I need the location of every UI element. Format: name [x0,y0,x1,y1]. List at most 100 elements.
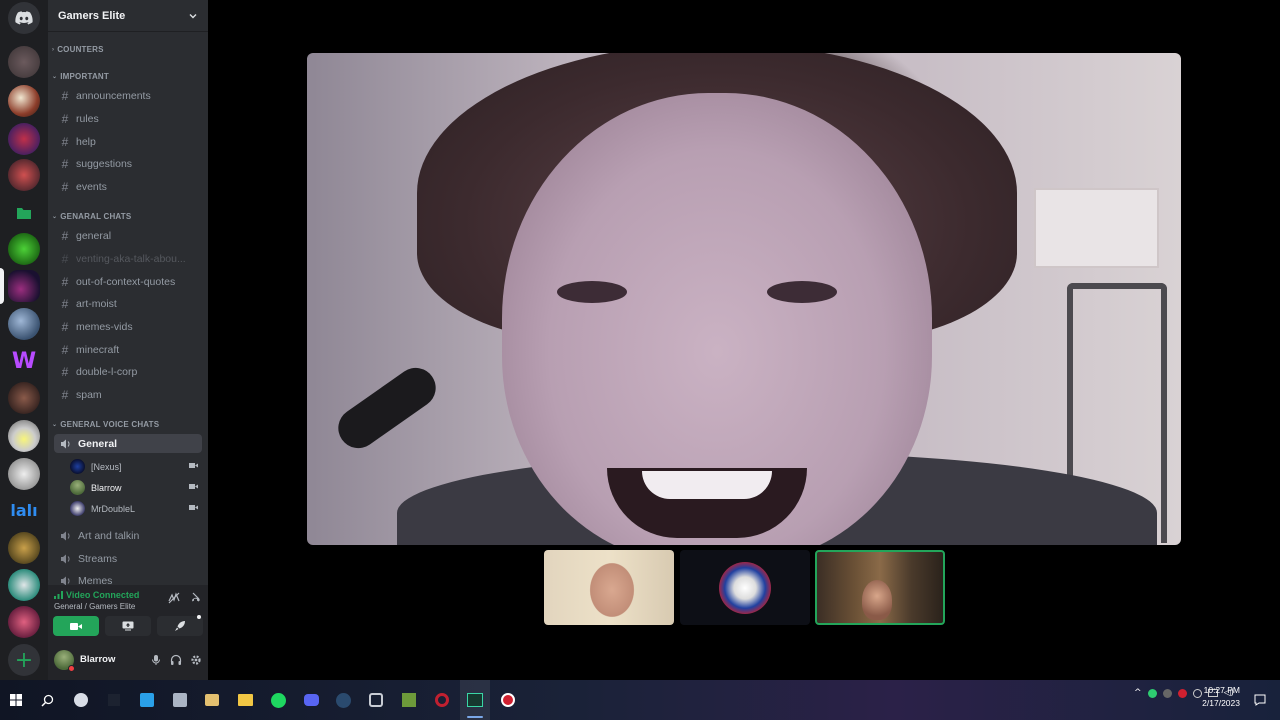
category-label: IMPORTANT [60,72,109,81]
steam-icon[interactable] [333,690,353,710]
status-indicator [68,665,75,672]
app-icon[interactable] [104,690,124,710]
taskbar-clock[interactable]: 10:27 PM 2/17/2023 [1202,684,1240,710]
folder-icon[interactable] [8,197,40,229]
server-icon[interactable] [8,420,40,452]
server-icon[interactable]: lalı [8,495,40,527]
hash-icon: # [61,228,69,243]
channel-announcements[interactable]: # announcements [54,86,202,105]
participant-video-tile[interactable] [544,550,674,625]
voice-location[interactable]: General / Gamers Elite [54,602,135,611]
settings-gear-icon[interactable] [190,654,202,666]
hash-icon: # [61,134,69,149]
discord-home-icon[interactable] [8,2,40,34]
file-explorer-icon[interactable] [235,690,255,710]
server-icon[interactable] [8,532,40,564]
server-icon[interactable] [8,123,40,155]
signal-icon [54,591,63,599]
server-icon[interactable] [8,382,40,414]
add-server-icon[interactable]: + [8,644,40,676]
camera-button[interactable] [53,616,99,636]
server-header[interactable]: Gamers Elite [48,0,208,32]
server-icon[interactable] [8,606,40,638]
opera-icon[interactable] [432,690,452,710]
channel-label: help [76,135,96,148]
channel-art-moist[interactable]: # art-moist [54,294,202,313]
focused-video-tile[interactable] [307,53,1181,545]
channel-label: minecraft [76,343,120,356]
tray-app-icon[interactable] [1162,688,1172,698]
channel-venting[interactable]: # venting-aka-talk-abou... [54,249,202,268]
channel-general[interactable]: # general [54,226,202,245]
category-general-chats[interactable]: ⌄ GENARAL CHATS [52,212,131,221]
server-icon[interactable] [8,85,40,117]
media-player-icon[interactable] [202,690,222,710]
notification-center-icon[interactable] [1250,690,1270,710]
server-icon[interactable] [8,308,40,340]
avatar [70,480,85,495]
category-general-voice[interactable]: ⌄ GENERAL VOICE CHATS [52,420,159,429]
chevron-up-icon[interactable]: ^ [1134,688,1142,698]
disconnect-icon[interactable] [190,592,202,604]
voice-user[interactable]: MrDoubleL [70,499,202,518]
clock-date: 2/17/2023 [1202,698,1240,708]
voice-channel-streams[interactable]: Streams [54,549,202,568]
headphones-icon[interactable] [170,654,182,666]
tray-app-icon[interactable] [1177,688,1187,698]
camera-icon [189,505,198,510]
voice-channel-general[interactable]: General [54,434,202,453]
channel-help[interactable]: # help [54,132,202,151]
channel-suggestions[interactable]: # suggestions [54,154,202,173]
channel-spam[interactable]: # spam [54,385,202,404]
microphone-icon[interactable] [150,654,162,666]
category-label: COUNTERS [57,45,104,54]
channel-label: double-l-corp [76,365,138,378]
search-icon[interactable] [37,690,57,710]
selected-server-pill [0,268,4,304]
server-icon[interactable]: W [8,346,40,378]
participant-video-tile-speaking[interactable] [815,550,945,625]
screen-share-button[interactable] [105,616,151,636]
app-icon[interactable] [366,690,386,710]
channel-double-l-corp[interactable]: # double-l-corp [54,362,202,381]
video-subject-eye [557,281,627,303]
noise-suppression-icon[interactable] [168,592,180,604]
server-icon[interactable] [8,569,40,601]
channel-label: events [76,180,107,193]
channel-label: announcements [76,89,151,102]
app-icon[interactable] [170,690,190,710]
channel-minecraft[interactable]: # minecraft [54,340,202,359]
server-icon[interactable] [8,159,40,191]
channel-rules[interactable]: # rules [54,109,202,128]
recording-app-icon[interactable] [498,690,518,710]
activity-button[interactable] [157,616,203,636]
shield-app-icon[interactable] [71,690,91,710]
voice-user-name: MrDoubleL [91,503,136,514]
obs-app-icon[interactable] [465,690,485,710]
tray-app-icon[interactable] [1192,688,1202,698]
spotify-icon[interactable] [268,690,288,710]
hash-icon: # [61,179,69,194]
voice-channel-art-and-talkin[interactable]: Art and talkin [54,526,202,545]
server-icon[interactable] [8,458,40,490]
channel-memes-vids[interactable]: # memes-vids [54,317,202,336]
voice-user[interactable]: [Nexus] [70,457,202,476]
hash-icon: # [61,387,69,402]
category-important[interactable]: ⌄ IMPORTANT [52,72,109,81]
server-icon[interactable] [8,270,40,302]
server-icon[interactable] [8,233,40,265]
discord-taskbar-icon[interactable] [301,690,321,710]
tray-app-icon[interactable] [1147,688,1157,698]
category-counters[interactable]: › COUNTERS [52,45,104,54]
participant-avatar-tile[interactable] [680,550,810,625]
channel-events[interactable]: # events [54,177,202,196]
windows-start-icon[interactable] [6,690,26,710]
voice-status[interactable]: Video Connected [54,590,139,600]
store-icon[interactable] [137,690,157,710]
minecraft-icon[interactable] [399,690,419,710]
server-rail: W lalı + [0,0,48,680]
user-name[interactable]: Blarrow [80,654,115,665]
channel-out-of-context-quotes[interactable]: # out-of-context-quotes [54,272,202,291]
server-icon[interactable] [8,46,40,78]
voice-user[interactable]: Blarrow [70,478,202,497]
